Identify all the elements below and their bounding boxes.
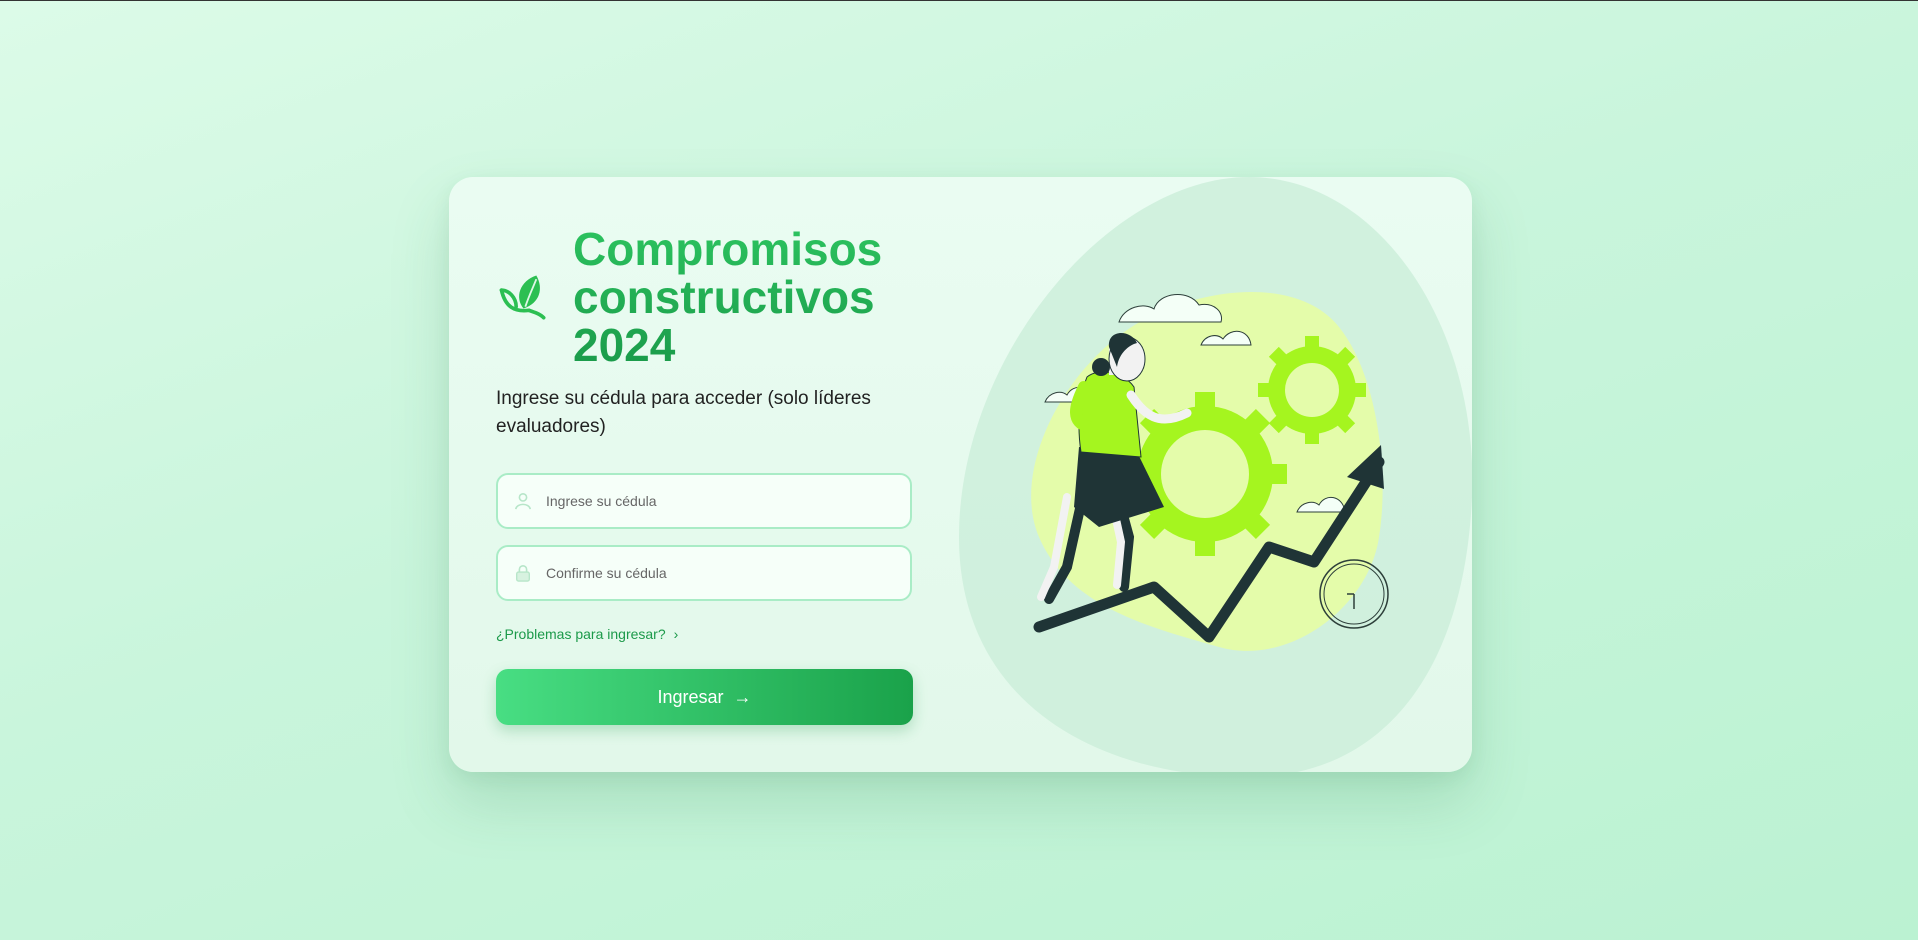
growth-illustration — [959, 177, 1472, 772]
cedula-field[interactable] — [496, 473, 912, 529]
submit-button[interactable]: Ingresar → — [496, 669, 913, 725]
cedula-input[interactable] — [546, 493, 886, 509]
submit-button-label: Ingresar — [657, 686, 724, 707]
page-title: Compromisos constructivos 2024 — [573, 225, 913, 369]
lock-icon — [516, 565, 530, 582]
arrow-right-icon: → — [733, 686, 752, 707]
leaf-icon — [499, 275, 546, 319]
login-card: Compromisos constructivos 2024 Ingrese s… — [449, 177, 1472, 772]
chevron-right-icon: › — [673, 626, 679, 642]
help-link[interactable]: ¿Problemas para ingresar? › — [496, 626, 678, 642]
user-icon — [514, 492, 532, 510]
login-instructions: Ingrese su cédula para acceder (solo líd… — [496, 388, 871, 437]
confirm-cedula-field[interactable] — [496, 545, 912, 601]
brand-header: Compromisos constructivos 2024 — [496, 225, 913, 369]
login-panel: Compromisos constructivos 2024 Ingrese s… — [496, 177, 916, 772]
confirm-cedula-input[interactable] — [546, 565, 886, 581]
help-link-label: ¿Problemas para ingresar? — [496, 626, 666, 642]
